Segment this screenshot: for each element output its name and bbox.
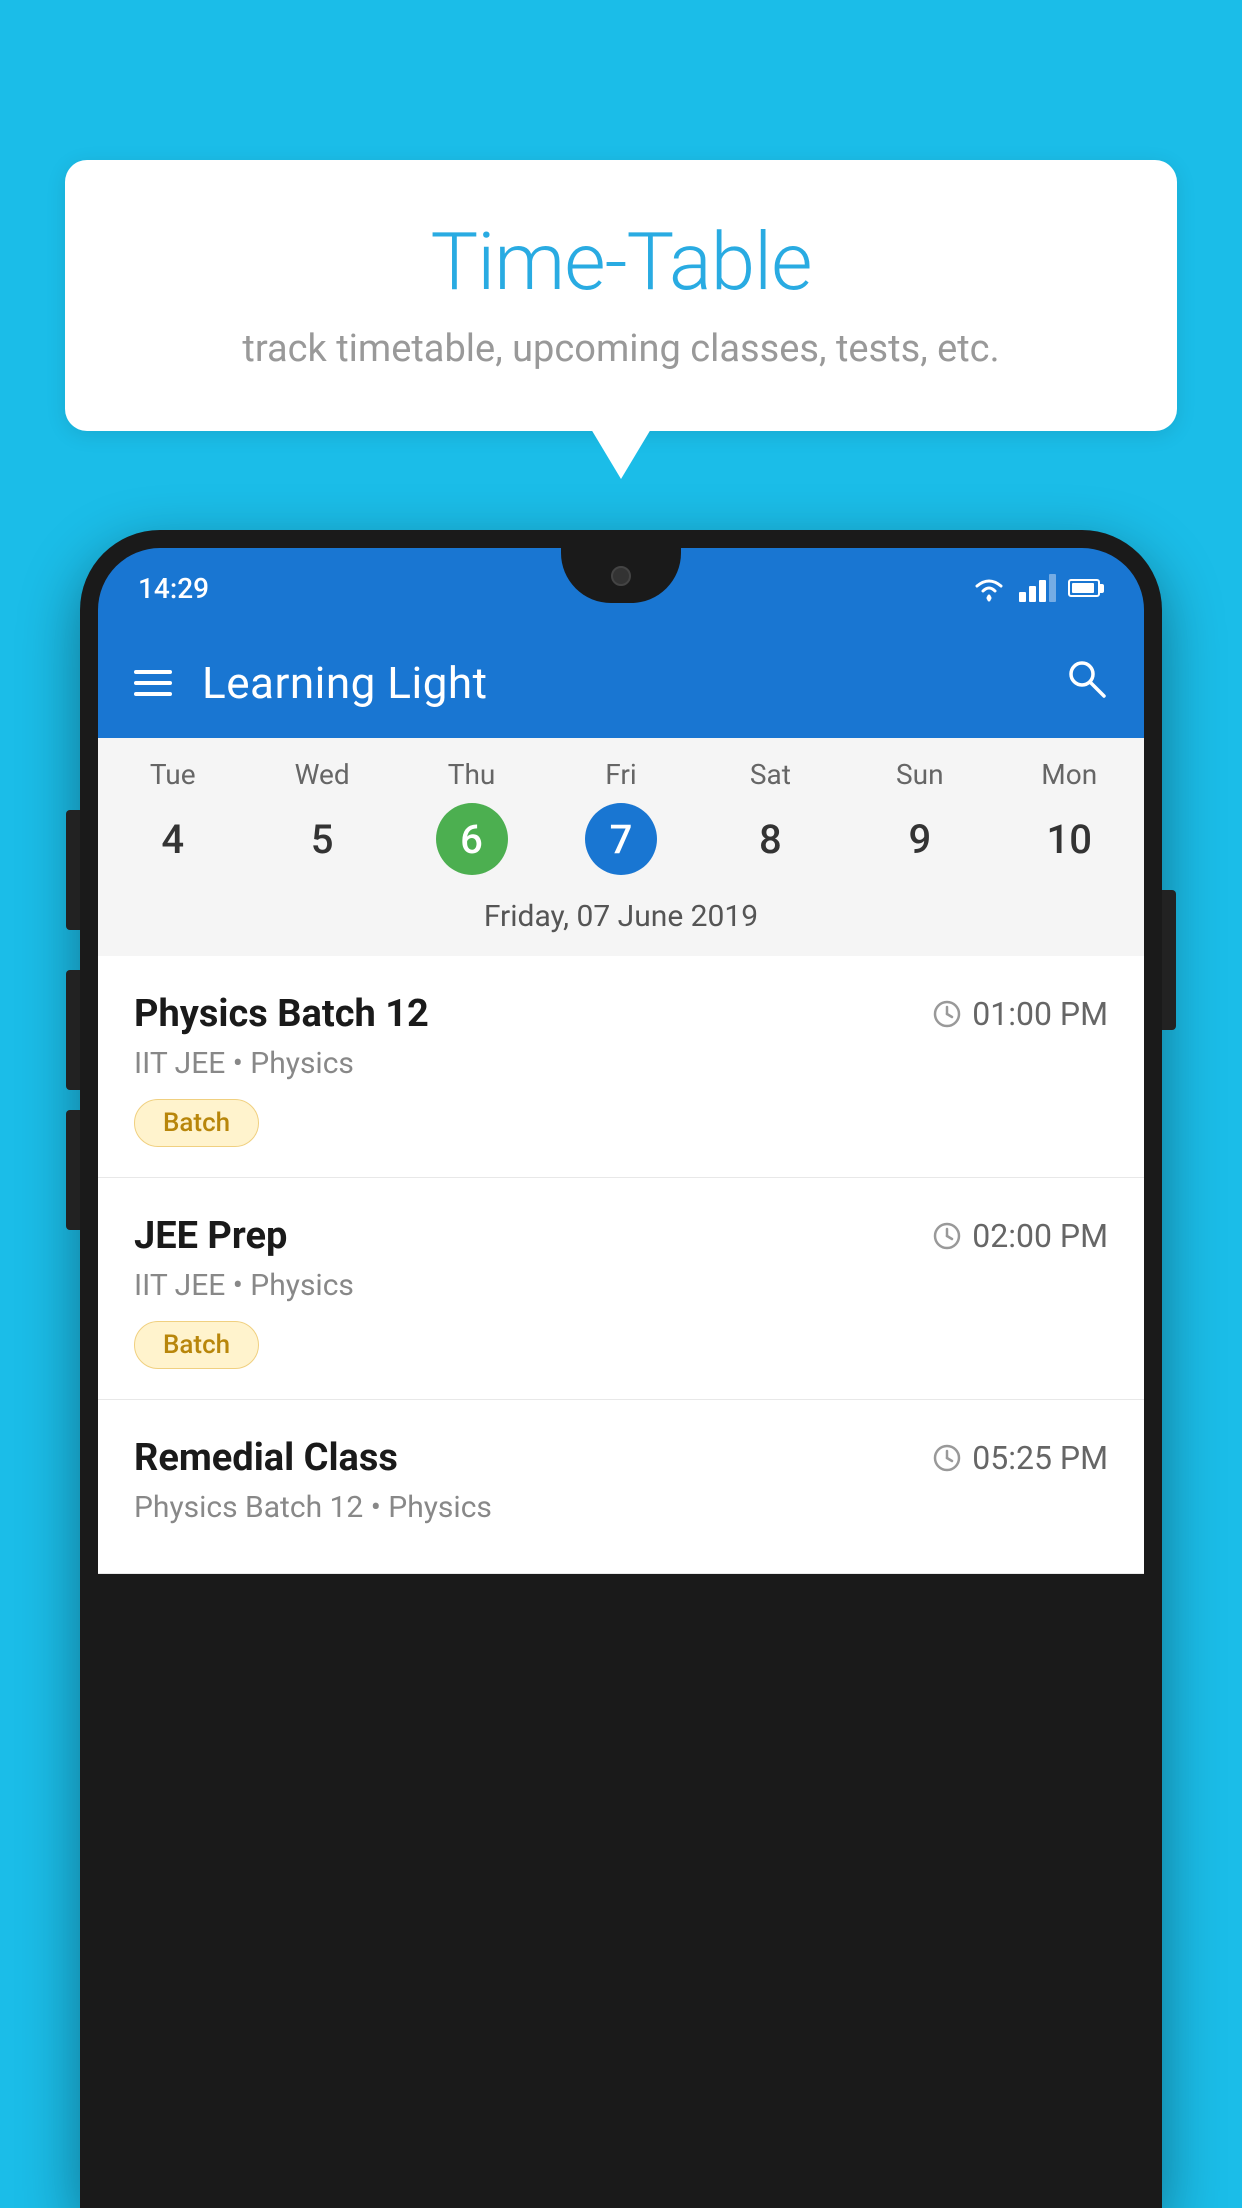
clock-icon-1 bbox=[932, 1221, 962, 1251]
day-num-sun: 9 bbox=[884, 803, 956, 875]
phone-outer: 14:29 bbox=[80, 530, 1162, 2208]
day-num-wed: 5 bbox=[286, 803, 358, 875]
schedule-item-meta-2: Physics Batch 12 • Physics bbox=[134, 1490, 1108, 1525]
schedule-item-time-2: 05:25 PM bbox=[932, 1439, 1108, 1477]
time-text-2: 05:25 PM bbox=[972, 1439, 1108, 1477]
day-col-sat[interactable]: Sat 8 bbox=[696, 758, 845, 875]
bubble-title: Time-Table bbox=[125, 215, 1117, 309]
schedule-item-title-0: Physics Batch 12 bbox=[134, 992, 429, 1036]
time-text-0: 01:00 PM bbox=[972, 995, 1108, 1033]
hamburger-menu-icon[interactable] bbox=[134, 670, 172, 696]
schedule-item-title-2: Remedial Class bbox=[134, 1436, 398, 1480]
phone-screen: 14:29 bbox=[98, 548, 1144, 2208]
schedule-item-1[interactable]: JEE Prep 02:00 PM IIT JEE • Physics Batc… bbox=[98, 1178, 1144, 1400]
schedule-item-header-0: Physics Batch 12 01:00 PM bbox=[134, 992, 1108, 1036]
day-num-sat: 8 bbox=[734, 803, 806, 875]
clock-icon-2 bbox=[932, 1443, 962, 1473]
speech-bubble: Time-Table track timetable, upcoming cla… bbox=[65, 160, 1177, 431]
day-col-wed[interactable]: Wed 5 bbox=[247, 758, 396, 875]
schedule-item-header-2: Remedial Class 05:25 PM bbox=[134, 1436, 1108, 1480]
calendar-section: Tue 4 Wed 5 Thu 6 Fri 7 bbox=[98, 738, 1144, 956]
day-num-thu: 6 bbox=[436, 803, 508, 875]
signal-bars bbox=[1019, 574, 1056, 602]
schedule-item-title-1: JEE Prep bbox=[134, 1214, 287, 1258]
day-col-thu[interactable]: Thu 6 bbox=[397, 758, 546, 875]
schedule-item-header-1: JEE Prep 02:00 PM bbox=[134, 1214, 1108, 1258]
status-icons bbox=[971, 574, 1104, 602]
schedule-item-meta-0: IIT JEE • Physics bbox=[134, 1046, 1108, 1081]
search-icon[interactable] bbox=[1064, 656, 1108, 711]
schedule-list: Physics Batch 12 01:00 PM IIT JEE • Phys… bbox=[98, 956, 1144, 1574]
battery-icon bbox=[1068, 579, 1104, 597]
day-name-sun: Sun bbox=[896, 758, 944, 791]
selected-date-label: Friday, 07 June 2019 bbox=[98, 885, 1144, 956]
schedule-item-0[interactable]: Physics Batch 12 01:00 PM IIT JEE • Phys… bbox=[98, 956, 1144, 1178]
schedule-item-2[interactable]: Remedial Class 05:25 PM Physics Batch 12… bbox=[98, 1400, 1144, 1574]
day-name-sat: Sat bbox=[750, 758, 791, 791]
day-name-tue: Tue bbox=[150, 758, 196, 791]
day-col-tue[interactable]: Tue 4 bbox=[98, 758, 247, 875]
camera-dot bbox=[611, 566, 631, 586]
day-col-fri[interactable]: Fri 7 bbox=[546, 758, 695, 875]
schedule-item-time-0: 01:00 PM bbox=[932, 995, 1108, 1033]
day-col-sun[interactable]: Sun 9 bbox=[845, 758, 994, 875]
time-text-1: 02:00 PM bbox=[972, 1217, 1108, 1255]
day-name-wed: Wed bbox=[295, 758, 350, 791]
day-num-tue: 4 bbox=[137, 803, 209, 875]
notch bbox=[561, 548, 681, 603]
schedule-item-meta-1: IIT JEE • Physics bbox=[134, 1268, 1108, 1303]
app-title: Learning Light bbox=[202, 657, 1034, 709]
day-col-mon[interactable]: Mon 10 bbox=[995, 758, 1144, 875]
calendar-days-row: Tue 4 Wed 5 Thu 6 Fri 7 bbox=[98, 738, 1144, 885]
day-name-thu: Thu bbox=[448, 758, 496, 791]
phone-mockup: 14:29 bbox=[80, 530, 1162, 2208]
batch-badge-1: Batch bbox=[134, 1321, 259, 1369]
bubble-subtitle: track timetable, upcoming classes, tests… bbox=[125, 327, 1117, 371]
day-name-mon: Mon bbox=[1041, 758, 1097, 791]
status-bar: 14:29 bbox=[98, 548, 1144, 628]
status-time: 14:29 bbox=[138, 572, 209, 605]
schedule-item-time-1: 02:00 PM bbox=[932, 1217, 1108, 1255]
speech-bubble-container: Time-Table track timetable, upcoming cla… bbox=[65, 160, 1177, 431]
day-num-fri: 7 bbox=[585, 803, 657, 875]
day-name-fri: Fri bbox=[605, 758, 636, 791]
batch-badge-0: Batch bbox=[134, 1099, 259, 1147]
clock-icon-0 bbox=[932, 999, 962, 1029]
app-bar: Learning Light bbox=[98, 628, 1144, 738]
wifi-icon bbox=[971, 574, 1007, 602]
day-num-mon: 10 bbox=[1033, 803, 1105, 875]
